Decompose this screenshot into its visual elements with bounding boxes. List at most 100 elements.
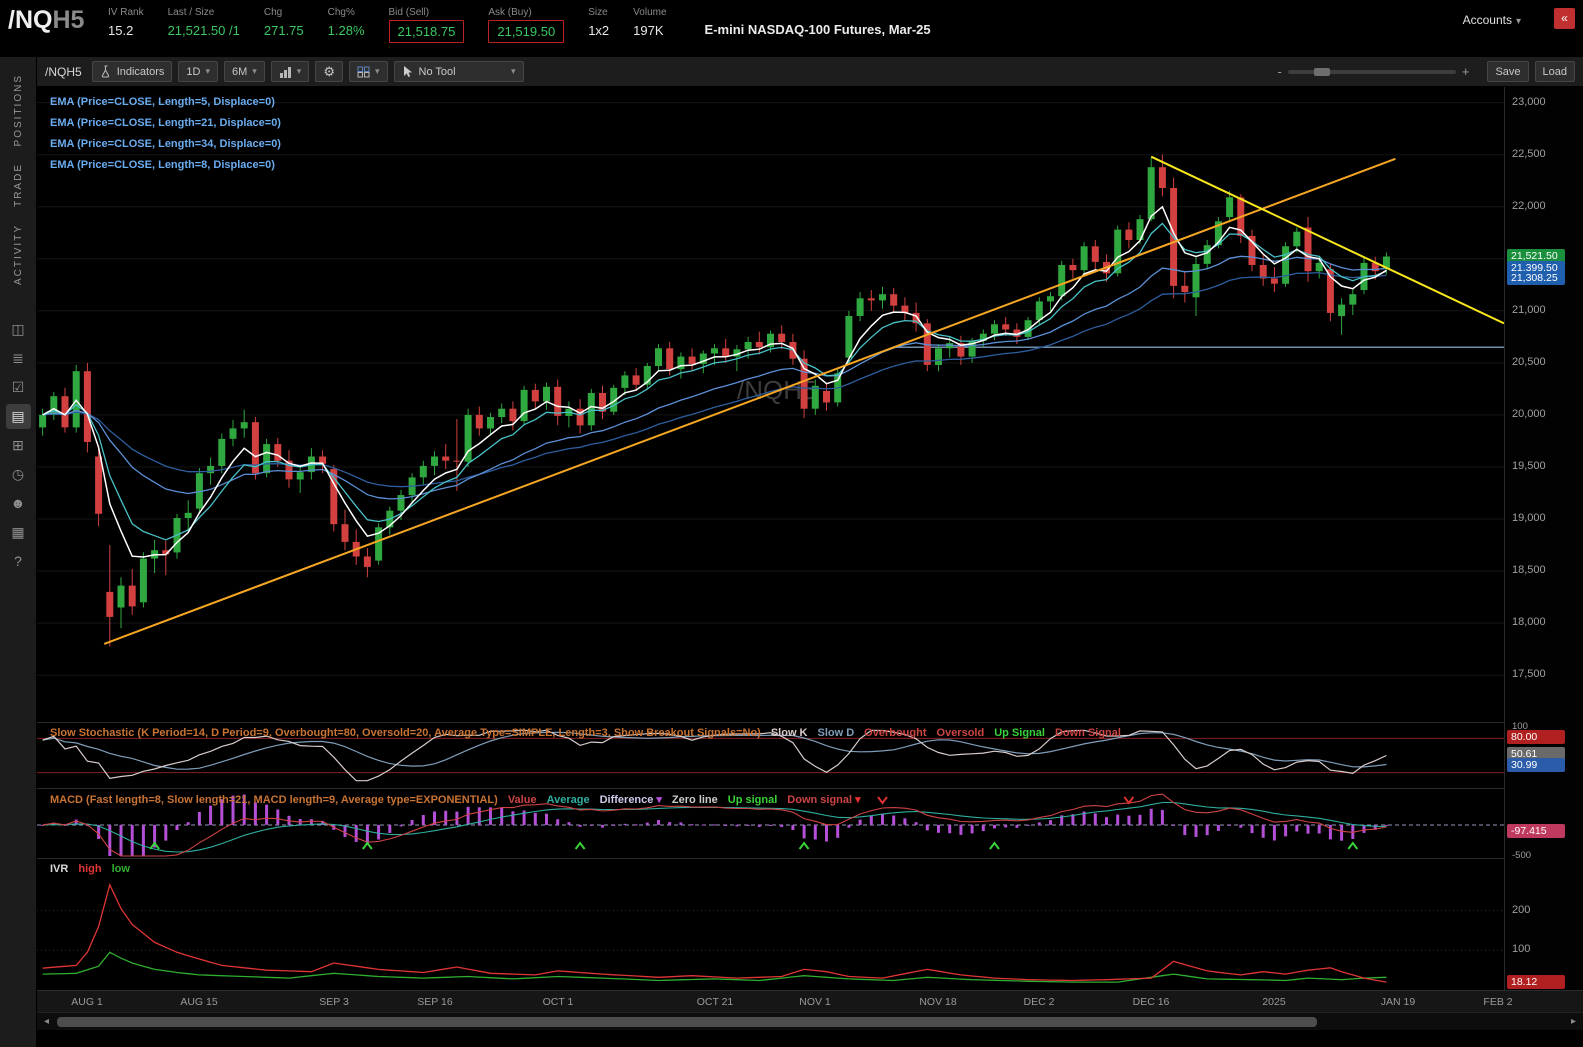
time-axis-label: AUG 1 <box>71 996 103 1008</box>
chart-symbol-label: /NQH5 <box>45 64 82 79</box>
zoom-slider-thumb[interactable] <box>1313 67 1330 76</box>
cursor-icon <box>403 66 412 77</box>
stoch-bubble: 30.99 <box>1507 758 1565 772</box>
ivr-legend-key: low <box>111 863 130 875</box>
macd-legend-marker-icon: ▾ <box>855 794 861 806</box>
pattern-tool-dropdown[interactable]: ▾ <box>348 61 388 82</box>
macd-legend-key: Difference <box>599 794 654 806</box>
chevron-down-icon: ▾ <box>296 66 302 76</box>
macd-legend-key: Down signal <box>787 794 853 806</box>
stat-iv-rank: IV Rank 15.2 <box>108 7 144 38</box>
stoch-legend-key: Down Signal <box>1054 727 1121 739</box>
time-axis-label: DEC 2 <box>1023 996 1055 1008</box>
macd-legend-key: Zero line <box>671 794 718 806</box>
macd-legend-key: Average <box>546 794 590 806</box>
macd-legend-title[interactable]: MACD (Fast length=8, Slow length=21, MAC… <box>50 794 498 806</box>
chart-region: /NQH5 EMA (Price=CLOSE, Length=5, Displa… <box>37 87 1583 1030</box>
stat-ask-buy-[interactable]: Ask (Buy) 21,519.50 <box>488 6 565 43</box>
stat-chg: Chg 271.75 <box>263 7 304 38</box>
stoch-legend-key: Overbought <box>864 727 927 739</box>
chart-toolbar: /NQH5 Indicators 1D ▾ 6M ▾ ▾ ⚙ ▾ No Tool… <box>37 57 1583 87</box>
time-axis-label: DEC 16 <box>1132 996 1170 1008</box>
chevron-down-icon: ▾ <box>510 66 516 76</box>
stoch-bubble: 80.00 <box>1507 730 1565 744</box>
sidebar-tab-trade[interactable]: TRADE <box>13 163 24 207</box>
scrollbar-thumb[interactable] <box>57 1017 1317 1027</box>
contract-code: H5 <box>52 6 85 34</box>
price-axis[interactable]: 23,00022,50022,00021,50021,00020,50020,0… <box>1504 87 1583 990</box>
ema-legend-line[interactable]: EMA (Price=CLOSE, Length=5, Displace=0) <box>50 92 281 113</box>
price-axis-label: 21,000 <box>1512 304 1546 316</box>
stoch-legend-title[interactable]: Slow Stochastic (K Period=14, D Period=9… <box>50 727 761 739</box>
price-axis-label: 18,500 <box>1512 564 1546 576</box>
price-chart[interactable]: /NQH5 <box>37 87 1504 722</box>
price-bubble: 21,308.25 <box>1507 271 1565 285</box>
left-sidebar: POSITIONS TRADE ACTIVITY ◫ ≣ ☑ ▤ ⊞ ◷ ☻ ▦? <box>0 57 37 1047</box>
zoom-in-button[interactable]: + <box>1456 64 1476 79</box>
stoch-legend-key: Up Signal <box>994 727 1045 739</box>
price-axis-label: 20,000 <box>1512 408 1546 420</box>
help-icon[interactable]: ? <box>6 549 31 574</box>
save-button[interactable]: Save <box>1487 61 1529 82</box>
ivr-bubble: 18.12 <box>1507 975 1565 989</box>
clock-icon[interactable]: ◷ <box>6 462 31 487</box>
ema-legend-line[interactable]: EMA (Price=CLOSE, Length=34, Displace=0) <box>50 134 281 155</box>
time-axis-label: SEP 3 <box>319 996 349 1008</box>
instrument-description: E-mini NASDAQ-100 Futures, Mar-25 <box>704 22 931 37</box>
ivr-legend-title[interactable]: IVR <box>50 863 68 875</box>
sidebar-tab-activity[interactable]: ACTIVITY <box>13 224 24 285</box>
time-axis-label: FEB 2 <box>1483 996 1513 1008</box>
price-axis-label: 20,500 <box>1512 356 1546 368</box>
chart-settings-button[interactable]: ⚙ <box>315 61 343 82</box>
range-dropdown[interactable]: 6M ▾ <box>223 61 265 82</box>
scroll-right-button[interactable]: ▸ <box>1566 1015 1581 1029</box>
timeframe-dropdown[interactable]: 1D ▾ <box>178 61 218 82</box>
price-axis-label: 23,000 <box>1512 96 1546 108</box>
stoch-legend-key: Slow K <box>770 727 808 739</box>
ivr-legend: IVR high low <box>50 863 130 875</box>
tasks-icon[interactable]: ☑ <box>6 375 31 400</box>
stat-last-size: Last / Size 21,521.50 /1 <box>167 7 240 38</box>
time-axis-label: SEP 16 <box>417 996 453 1008</box>
time-axis-label: JAN 19 <box>1380 996 1416 1008</box>
chevron-down-icon: ▾ <box>374 66 380 76</box>
indicators-button[interactable]: Indicators <box>91 61 173 82</box>
drawing-tool-dropdown[interactable]: No Tool ▾ <box>393 61 524 82</box>
ema-legend-line[interactable]: EMA (Price=CLOSE, Length=21, Displace=0) <box>50 113 281 134</box>
macd-legend-key: Up signal <box>727 794 778 806</box>
stat-volume: Volume 197K <box>633 7 667 38</box>
calendar-icon[interactable]: ▦ <box>6 520 31 545</box>
zoom-slider[interactable] <box>1287 67 1456 76</box>
chart-scrollbar: ◂ ▸ <box>37 1012 1583 1030</box>
stochastic-legend: Slow Stochastic (K Period=14, D Period=9… <box>50 727 1121 739</box>
monitor-icon[interactable]: ◫ <box>6 317 31 342</box>
ivr-legend-key: high <box>78 863 102 875</box>
list-icon[interactable]: ≣ <box>6 346 31 371</box>
time-axis-label: 2025 <box>1262 996 1286 1008</box>
time-axis-label: AUG 15 <box>180 996 218 1008</box>
collapse-icon[interactable]: « <box>1554 8 1575 29</box>
people-icon[interactable]: ☻ <box>6 491 31 516</box>
stat-bid-sell-[interactable]: Bid (Sell) 21,518.75 <box>388 6 465 43</box>
price-axis-label: 19,500 <box>1512 460 1546 472</box>
scroll-left-button[interactable]: ◂ <box>39 1015 54 1029</box>
stat-chg-: Chg% 1.28% <box>327 7 365 38</box>
price-axis-label: 17,500 <box>1512 668 1546 680</box>
sidebar-tab-positions[interactable]: POSITIONS <box>13 74 24 146</box>
symbol-block: /NQH5 <box>8 6 108 35</box>
stat-size: Size 1x2 <box>588 7 610 38</box>
price-axis-label: 22,500 <box>1512 148 1546 160</box>
ema-legend: EMA (Price=CLOSE, Length=5, Displace=0) E… <box>50 92 281 176</box>
zoom-out-button[interactable]: - <box>1272 64 1288 79</box>
accounts-dropdown[interactable]: Accounts ▾ <box>1463 13 1521 27</box>
chevron-down-icon: ▾ <box>205 66 210 76</box>
macd-legend-marker-icon: ▾ <box>656 794 662 806</box>
grid-icon[interactable]: ⊞ <box>6 433 31 458</box>
load-button[interactable]: Load <box>1534 61 1575 82</box>
ema-legend-line[interactable]: EMA (Price=CLOSE, Length=8, Displace=0) <box>50 155 281 176</box>
ivr-chart[interactable] <box>37 859 1504 990</box>
chevron-down-icon: ▾ <box>252 66 257 76</box>
chart-type-dropdown[interactable]: ▾ <box>270 61 310 82</box>
gear-icon: ⚙ <box>323 63 335 79</box>
chart-icon[interactable]: ▤ <box>5 404 31 430</box>
